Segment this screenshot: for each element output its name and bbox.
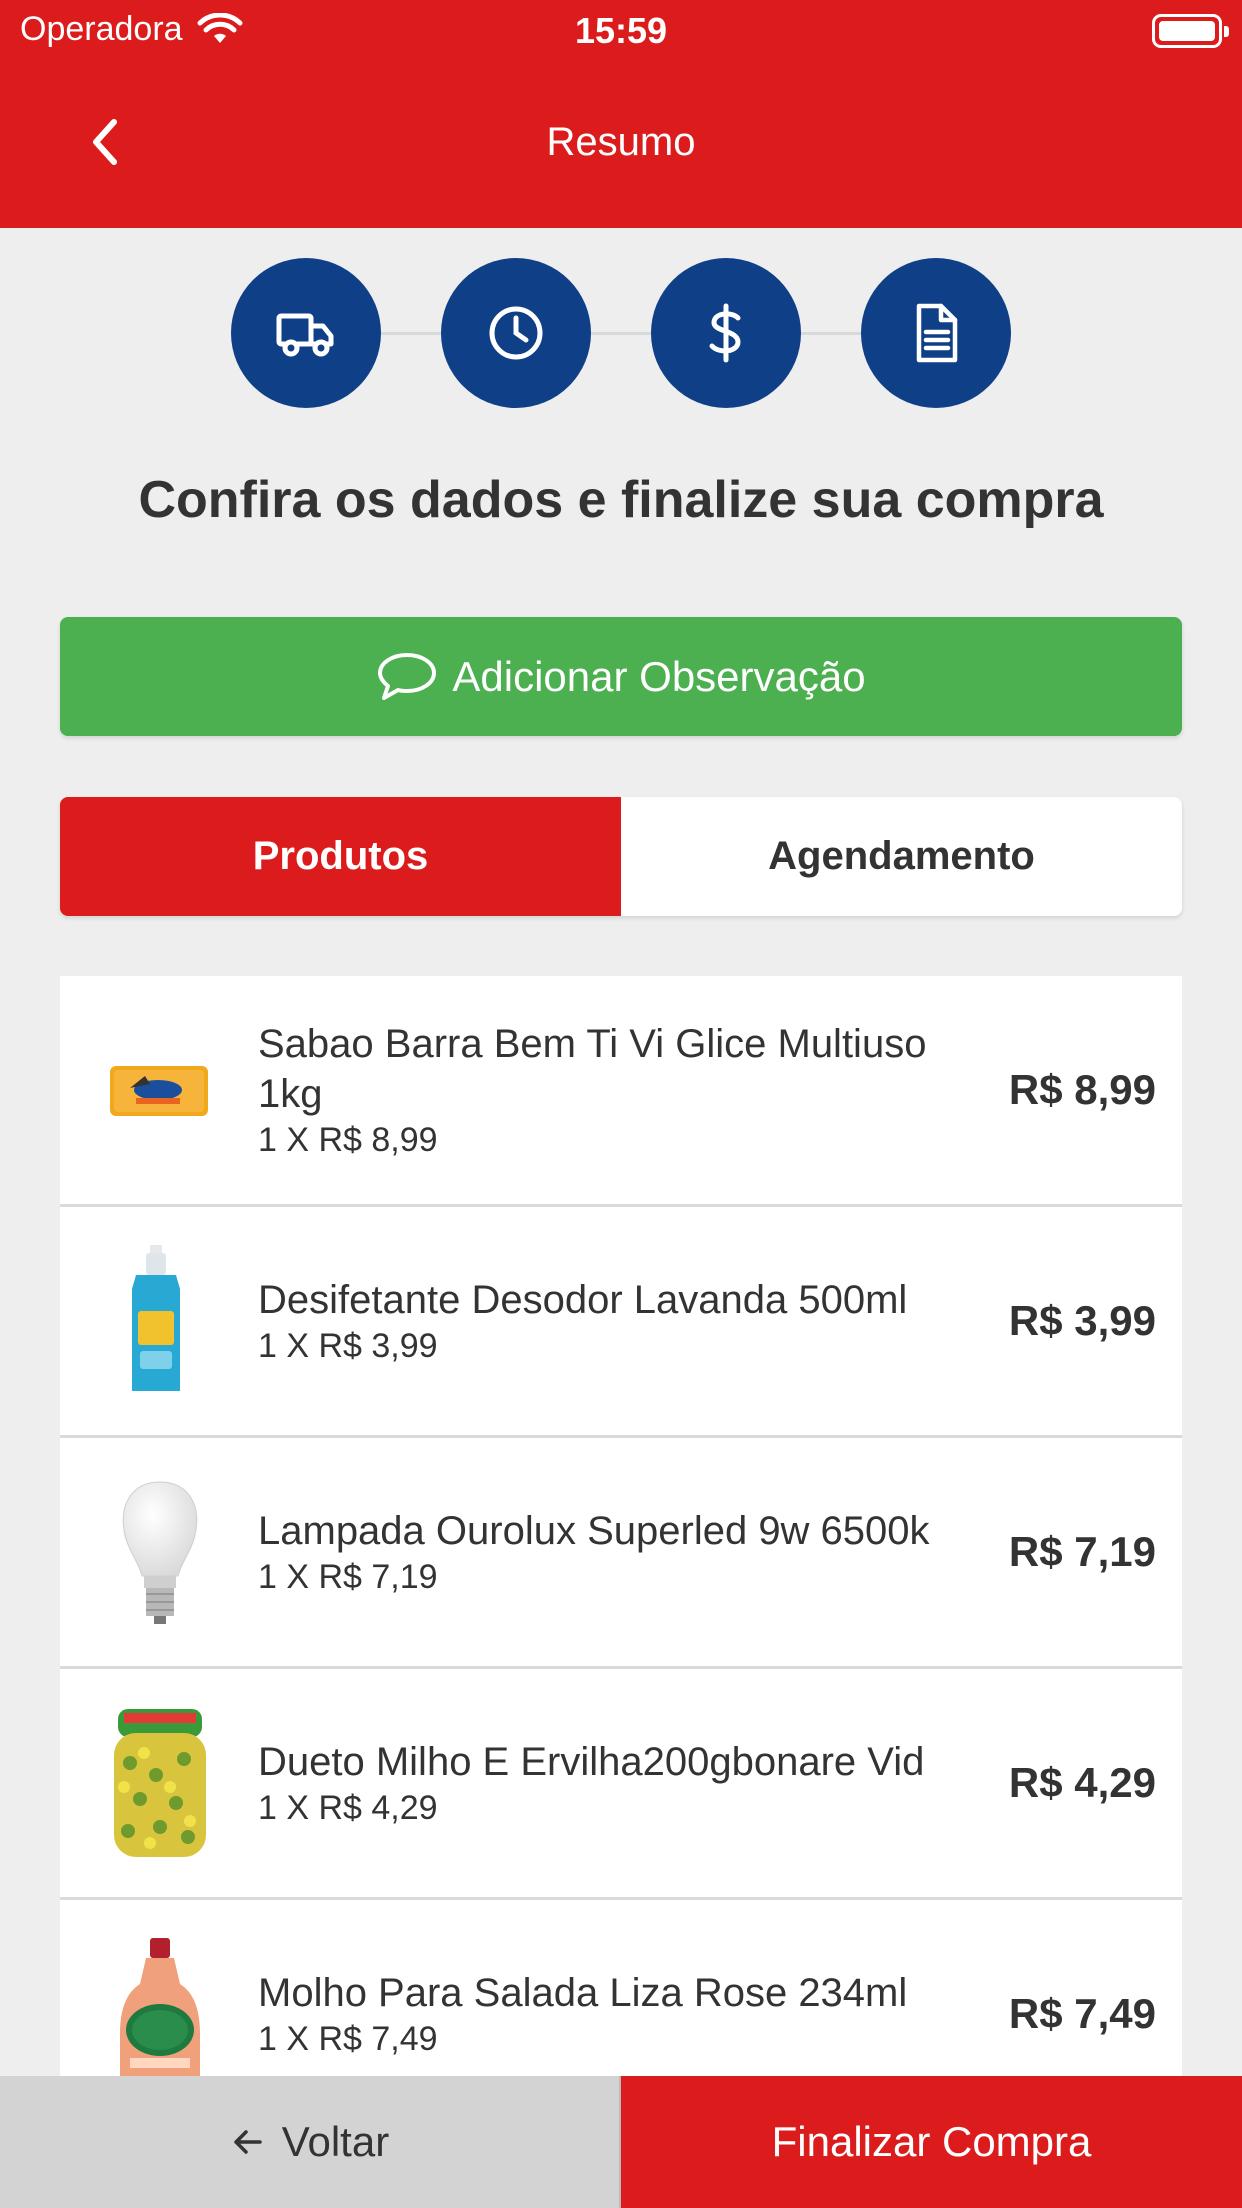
product-quantity: 1 X R$ 8,99 (258, 1121, 438, 1159)
tabs: Produtos Agendamento (60, 797, 1182, 916)
product-list: Sabao Barra Bem Ti Vi Glice Multiuso 1kg… (60, 976, 1182, 2076)
product-info: Lampada Ourolux Superled 9w 6500k 1 X R$… (258, 1506, 972, 1598)
steps-connector (300, 332, 940, 335)
product-name: Molho Para Salada Liza Rose 234ml (258, 1971, 908, 2015)
add-observation-button[interactable]: Adicionar Observação (60, 617, 1182, 736)
product-image (100, 1241, 220, 1401)
product-name: Sabao Barra Bem Ti Vi Glice Multiuso 1kg (258, 1022, 927, 1116)
dollar-icon (709, 303, 741, 363)
clock-icon (489, 306, 543, 360)
step-delivery[interactable] (231, 258, 381, 408)
chat-bubble-icon (378, 652, 437, 700)
product-image (100, 1934, 220, 2076)
list-item: Dueto Milho E Ervilha200gbonare Vid 1 X … (60, 1669, 1182, 1900)
status-bar: Operadora 15:59 (0, 0, 1242, 62)
product-name: Desifetante Desodor Lavanda 500ml (258, 1278, 908, 1322)
product-info: Desifetante Desodor Lavanda 500ml 1 X R$… (258, 1275, 972, 1367)
product-image (100, 1703, 220, 1863)
summary-heading: Confira os dados e finalize sua compra (138, 471, 1104, 529)
product-price: R$ 7,49 (1008, 1990, 1156, 2037)
product-price: R$ 3,99 (1008, 1297, 1156, 1344)
page-title: Resumo (546, 120, 696, 164)
battery-icon (1152, 14, 1229, 48)
product-info: Dueto Milho E Ervilha200gbonare Vid 1 X … (258, 1737, 972, 1829)
product-quantity: 1 X R$ 4,29 (258, 1789, 438, 1827)
app-header: Operadora 15:59 Resumo (0, 0, 1242, 228)
product-info: Molho Para Salada Liza Rose 234ml 1 X R$… (258, 1968, 972, 2060)
list-item: Desifetante Desodor Lavanda 500ml 1 X R$… (60, 1207, 1182, 1438)
tab-produtos[interactable]: Produtos (60, 797, 621, 916)
product-name: Dueto Milho E Ervilha200gbonare Vid (258, 1740, 925, 1784)
status-time: 15:59 (574, 10, 668, 51)
list-item: Sabao Barra Bem Ti Vi Glice Multiuso 1kg… (60, 976, 1182, 1207)
product-quantity: 1 X R$ 7,49 (258, 2020, 438, 2058)
truck-icon (276, 313, 334, 357)
arrow-left-icon (234, 2130, 262, 2154)
product-price: R$ 4,29 (1008, 1759, 1156, 1806)
step-schedule[interactable] (441, 258, 591, 408)
product-quantity: 1 X R$ 3,99 (258, 1327, 438, 1365)
step-summary[interactable] (861, 258, 1011, 408)
add-observation-label: Adicionar Observação (452, 652, 866, 700)
step-payment[interactable] (651, 258, 801, 408)
back-button[interactable]: Voltar (0, 2076, 621, 2208)
document-icon (916, 303, 958, 363)
list-item: Lampada Ourolux Superled 9w 6500k 1 X R$… (60, 1438, 1182, 1669)
product-quantity: 1 X R$ 7,19 (258, 1558, 438, 1596)
finish-purchase-button[interactable]: Finalizar Compra (621, 2076, 1242, 2208)
product-price: R$ 8,99 (1008, 1066, 1156, 1113)
product-info: Sabao Barra Bem Ti Vi Glice Multiuso 1kg… (258, 1019, 972, 1161)
product-image (100, 1010, 220, 1170)
back-button-label: Voltar (281, 2118, 390, 2165)
product-price: R$ 7,19 (1008, 1528, 1156, 1575)
product-name: Lampada Ourolux Superled 9w 6500k (258, 1509, 930, 1553)
tab-agendamento[interactable]: Agendamento (621, 797, 1182, 916)
checkout-steps (0, 258, 1242, 408)
product-image (100, 1472, 220, 1632)
list-item: Molho Para Salada Liza Rose 234ml 1 X R$… (60, 1900, 1182, 2076)
bottom-bar: Voltar Finalizar Compra (0, 2076, 1242, 2208)
